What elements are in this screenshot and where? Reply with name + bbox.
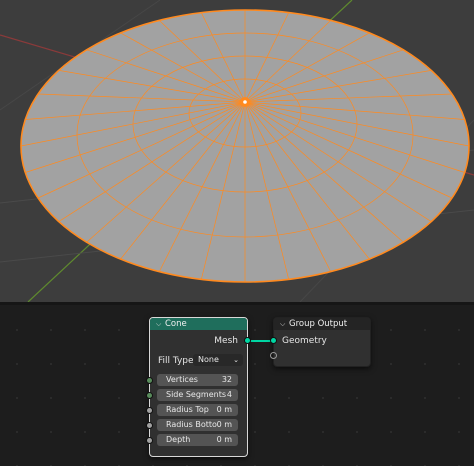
geometry-node-editor[interactable]: ⌵ Cone Mesh Fill Type None ⌄ Vertices 32 … — [0, 305, 474, 466]
vertices-label: Vertices — [166, 375, 198, 384]
depth-value: 0 m — [216, 435, 232, 444]
3d-viewport[interactable] — [0, 0, 474, 302]
cone-node[interactable]: ⌵ Cone Mesh Fill Type None ⌄ Vertices 32 … — [146, 317, 251, 457]
group-output-node[interactable]: ⌵ Group Output Geometry — [270, 317, 371, 367]
vertices-socket[interactable] — [146, 377, 153, 384]
fill-type-dropdown[interactable]: None ⌄ — [193, 354, 243, 366]
vertices-field[interactable]: Vertices 32 — [157, 374, 238, 386]
cone-node-title: Cone — [165, 319, 187, 329]
radius-bottom-socket[interactable] — [146, 422, 153, 429]
collapse-chevron-icon[interactable]: ⌵ — [280, 318, 289, 330]
collapse-chevron-icon[interactable]: ⌵ — [156, 318, 165, 330]
mesh-output-socket[interactable] — [244, 337, 251, 344]
fill-type-label: Fill Type — [158, 356, 194, 366]
origin-marker — [240, 97, 250, 107]
vertices-value: 32 — [221, 375, 232, 384]
fill-type-value: None — [198, 355, 219, 364]
mesh-output-label: Mesh — [214, 336, 238, 346]
side-segments-field[interactable]: Side Segments 4 — [157, 389, 238, 401]
group-output-title: Group Output — [289, 319, 348, 329]
cone-node-header[interactable]: ⌵ Cone — [150, 318, 247, 330]
viewport-canvas[interactable] — [0, 0, 474, 302]
radius-bottom-label: Radius Botto — [166, 420, 217, 429]
side-segments-label: Side Segments — [166, 390, 227, 399]
side-segments-socket[interactable] — [146, 392, 153, 399]
depth-field[interactable]: Depth 0 m — [157, 434, 238, 446]
geometry-input-socket[interactable] — [270, 337, 277, 344]
radius-top-socket[interactable] — [146, 407, 153, 414]
radius-top-field[interactable]: Radius Top 0 m — [157, 404, 238, 416]
radius-top-label: Radius Top — [166, 405, 209, 414]
radius-top-value: 0 m — [216, 405, 232, 414]
geometry-input-label: Geometry — [282, 336, 327, 346]
depth-label: Depth — [166, 435, 191, 444]
radius-bottom-value: 0 m — [216, 420, 232, 429]
side-segments-value: 4 — [226, 390, 232, 399]
radius-bottom-field[interactable]: Radius Botto 0 m — [157, 419, 238, 431]
chevron-down-icon: ⌄ — [233, 356, 239, 364]
depth-socket[interactable] — [146, 437, 153, 444]
empty-input-socket[interactable] — [270, 352, 277, 359]
group-output-header[interactable]: ⌵ Group Output — [274, 318, 370, 330]
